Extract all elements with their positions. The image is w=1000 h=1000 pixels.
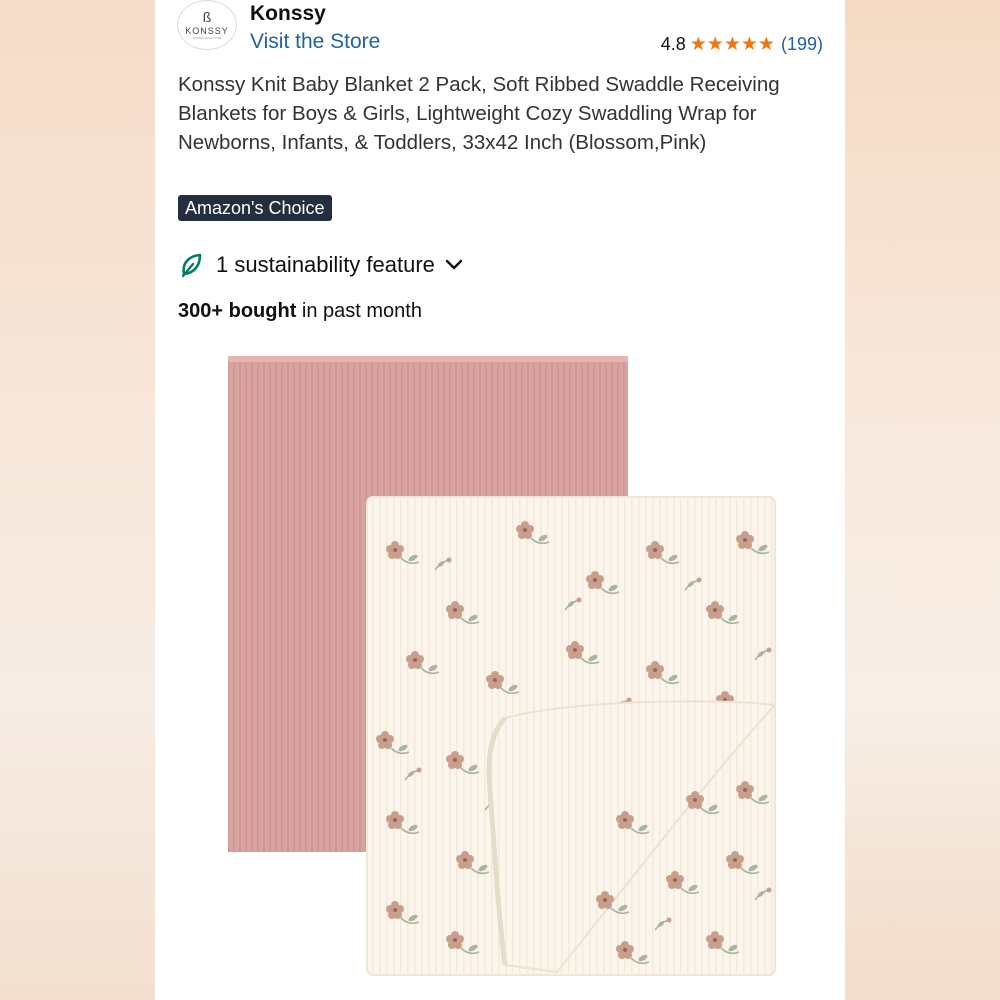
star-icon: ★ bbox=[740, 34, 758, 55]
star-icon: ★ bbox=[689, 34, 707, 55]
bought-count-rest: in past month bbox=[296, 300, 422, 322]
amazons-choice-badge[interactable]: Amazon's Choice bbox=[178, 195, 332, 221]
star-icon: ★ bbox=[723, 34, 741, 55]
product-image[interactable] bbox=[155, 340, 845, 1000]
star-icon: ★ bbox=[706, 34, 724, 55]
bought-count: 300+ bought in past month bbox=[178, 300, 422, 323]
chevron-down-icon bbox=[445, 259, 463, 270]
star-icon: ★ bbox=[757, 34, 775, 55]
bought-count-bold: 300+ bought bbox=[178, 300, 297, 322]
rating-summary[interactable]: 4.8 ★ ★ ★ ★ ★ (199) bbox=[661, 34, 823, 55]
logo-mark-icon: ß bbox=[202, 9, 212, 25]
brand-name: Konssy bbox=[250, 2, 326, 25]
background-right bbox=[845, 0, 1000, 1000]
logo-tagline: CARING WITH LOVE bbox=[192, 36, 222, 40]
leaf-icon bbox=[181, 253, 202, 278]
rating-count-link[interactable]: (199) bbox=[781, 34, 823, 55]
visit-store-link[interactable]: Visit the Store bbox=[250, 30, 380, 54]
background-left bbox=[0, 0, 155, 1000]
product-card: ß KONSSY CARING WITH LOVE Konssy Visit t… bbox=[155, 0, 845, 1000]
sustainability-label: 1 sustainability feature bbox=[216, 252, 435, 277]
logo-text: KONSSY bbox=[185, 26, 229, 36]
rating-value: 4.8 bbox=[660, 34, 686, 54]
sustainability-dropdown[interactable]: 1 sustainability feature bbox=[178, 252, 463, 278]
store-logo[interactable]: ß KONSSY CARING WITH LOVE bbox=[177, 0, 237, 50]
product-title: Konssy Knit Baby Blanket 2 Pack, Soft Ri… bbox=[178, 73, 780, 154]
